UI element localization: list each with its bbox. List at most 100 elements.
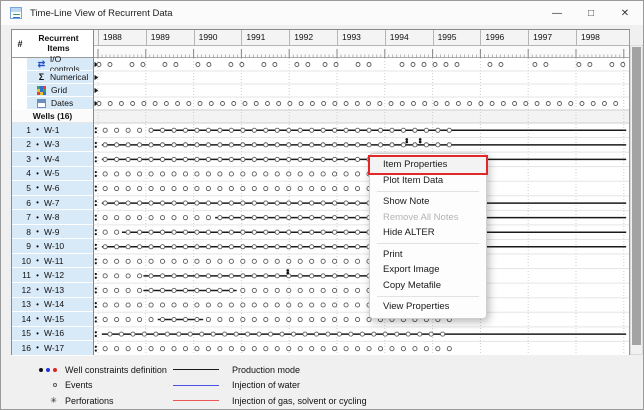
- category-label: Numerical: [50, 72, 88, 82]
- well-name: W-5: [44, 168, 93, 178]
- category-row-grid[interactable]: Grid: [12, 84, 93, 97]
- grid-icon: [37, 86, 46, 95]
- app-icon: [10, 7, 22, 19]
- well-row-w-14[interactable]: 13•W-14: [12, 298, 93, 313]
- well-row-w-15[interactable]: 14•W-15: [12, 312, 93, 327]
- well-bullet-icon: •: [31, 343, 44, 352]
- menu-item-plot-item-data[interactable]: Plot Item Data: [370, 173, 486, 189]
- well-row-w-13[interactable]: 12•W-13: [12, 283, 93, 298]
- minimize-button[interactable]: —: [540, 1, 574, 25]
- well-row-w-7[interactable]: 6•W-7: [12, 196, 93, 211]
- category-row-numerical[interactable]: ΣNumerical: [12, 71, 93, 84]
- well-index: 10: [12, 256, 31, 266]
- category-label: Dates: [51, 98, 73, 108]
- well-bullet-icon: •: [31, 213, 44, 222]
- well-index: 8: [12, 227, 31, 237]
- well-index: 6: [12, 198, 31, 208]
- well-row-w-5[interactable]: 4•W-5: [12, 167, 93, 182]
- well-row-w-4[interactable]: 3•W-4: [12, 152, 93, 167]
- menu-item-hide-alter[interactable]: Hide ALTER: [370, 225, 486, 241]
- well-row-w-17[interactable]: 16•W-17: [12, 341, 93, 356]
- well-bullet-icon: •: [31, 154, 44, 163]
- gas-line-sample: [173, 400, 219, 401]
- well-bullet-icon: •: [31, 140, 44, 149]
- menu-separator: [377, 191, 479, 192]
- well-index: 11: [12, 270, 31, 280]
- category-row-i-o-controls[interactable]: ⇄I/O controls: [12, 58, 93, 71]
- context-menu: Item PropertiesPlot Item DataShow NoteRe…: [369, 153, 487, 319]
- well-row-w-1[interactable]: 1•W-1: [12, 123, 93, 138]
- year-axis: 1988198919901991199219931994199519961997…: [94, 30, 629, 46]
- circle-marker-icon: [21, 383, 57, 387]
- well-bullet-icon: •: [31, 183, 44, 192]
- legend-row: ✳PerforationsInjection of gas, solvent o…: [21, 395, 644, 406]
- scrollbar-thumb[interactable]: [632, 47, 641, 345]
- well-bullet-icon: •: [31, 285, 44, 294]
- well-row-w-16[interactable]: 15•W-16: [12, 327, 93, 342]
- well-name: W-10: [44, 241, 93, 251]
- well-index: 4: [12, 168, 31, 178]
- well-name: W-6: [44, 183, 93, 193]
- well-bullet-icon: •: [31, 169, 44, 178]
- legend-label: Injection of water: [232, 380, 300, 390]
- year-label: 1995: [433, 30, 481, 45]
- star-marker-icon: ✳: [21, 397, 57, 405]
- well-name: W-1: [44, 125, 93, 135]
- menu-item-print[interactable]: Print: [370, 247, 486, 263]
- category-row-stub: [12, 58, 27, 70]
- well-row-w-3[interactable]: 2•W-3: [12, 138, 93, 153]
- well-name: W-4: [44, 154, 93, 164]
- well-bullet-icon: •: [31, 242, 44, 251]
- maximize-button[interactable]: □: [574, 1, 608, 25]
- well-index: 13: [12, 299, 31, 309]
- well-row-w-12[interactable]: 11•W-12: [12, 268, 93, 283]
- category-rows: ⇄I/O controlsΣNumericalGridDates: [12, 58, 93, 110]
- well-row-w-10[interactable]: 9•W-10: [12, 239, 93, 254]
- menu-item-item-properties[interactable]: Item Properties: [370, 157, 486, 173]
- year-label: 1993: [337, 30, 385, 45]
- well-name: W-13: [44, 285, 93, 295]
- well-name: W-15: [44, 314, 93, 324]
- water-line-sample: [173, 385, 219, 386]
- well-bullet-icon: •: [31, 329, 44, 338]
- vertical-scrollbar[interactable]: [630, 45, 643, 355]
- legend-label: Events: [65, 380, 173, 390]
- category-cell: Dates: [27, 97, 93, 109]
- category-row-stub: [12, 97, 27, 109]
- well-bullet-icon: •: [31, 314, 44, 323]
- recurrent-data-table: # Recurrent Items ⇄I/O controlsΣNumerica…: [11, 29, 630, 355]
- menu-item-view-properties[interactable]: View Properties: [370, 299, 486, 315]
- year-label: 1989: [146, 30, 194, 45]
- year-label: 1992: [289, 30, 337, 45]
- well-row-w-9[interactable]: 8•W-9: [12, 225, 93, 240]
- well-name: W-8: [44, 212, 93, 222]
- menu-item-export-image[interactable]: Export Image: [370, 262, 486, 278]
- timeline-chart: 1988198919901991199219931994199519961997…: [94, 30, 630, 354]
- year-label: 1990: [194, 30, 242, 45]
- legend-label: Injection of gas, solvent or cycling: [232, 396, 367, 406]
- well-index: 5: [12, 183, 31, 193]
- timeline-window: Time-Line View of Recurrent Data —□✕ # R…: [0, 0, 644, 410]
- items-panel: # Recurrent Items ⇄I/O controlsΣNumerica…: [12, 30, 94, 354]
- title-bar: Time-Line View of Recurrent Data —□✕: [1, 1, 643, 25]
- well-name: W-14: [44, 299, 93, 309]
- sigma-icon: Σ: [36, 72, 47, 83]
- well-row-w-6[interactable]: 5•W-6: [12, 181, 93, 196]
- wells-group-header[interactable]: Wells (16): [12, 110, 93, 123]
- timeline-rows-area[interactable]: [94, 58, 629, 355]
- well-index: 14: [12, 314, 31, 324]
- year-label: 1988: [98, 30, 146, 45]
- menu-item-copy-metafile[interactable]: Copy Metafile: [370, 278, 486, 294]
- menu-separator: [377, 296, 479, 297]
- well-index: 9: [12, 241, 31, 251]
- three-dots-marker-icon: [21, 368, 57, 372]
- category-row-dates[interactable]: Dates: [12, 97, 93, 110]
- well-row-w-8[interactable]: 7•W-8: [12, 210, 93, 225]
- menu-item-show-note[interactable]: Show Note: [370, 194, 486, 210]
- year-label: 1996: [480, 30, 528, 45]
- year-label: 1997: [528, 30, 576, 45]
- well-name: W-17: [44, 343, 93, 353]
- legend-row: Events Injection of water: [21, 380, 644, 391]
- well-row-w-11[interactable]: 10•W-11: [12, 254, 93, 269]
- close-button[interactable]: ✕: [608, 1, 642, 25]
